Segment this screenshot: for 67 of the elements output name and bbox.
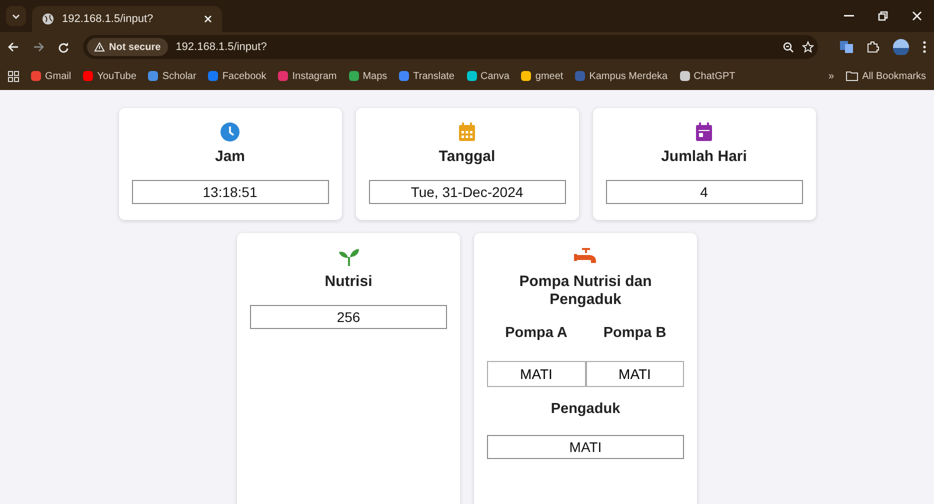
close-icon[interactable]	[912, 11, 922, 21]
browser-tab[interactable]: 192.168.1.5/input?	[32, 6, 222, 32]
card-title: Jumlah Hari	[661, 148, 747, 166]
forward-icon[interactable]	[33, 42, 44, 52]
star-icon[interactable]	[802, 41, 814, 53]
bookmark-link[interactable]: Facebook	[208, 70, 266, 82]
all-bookmarks-button[interactable]: All Bookmarks	[846, 70, 926, 82]
zoom-icon[interactable]	[783, 42, 794, 52]
bookmark-icon	[208, 71, 218, 81]
more-bookmarks-button[interactable]: »	[828, 70, 834, 82]
back-icon[interactable]	[8, 42, 19, 52]
bookmark-link[interactable]: Canva	[466, 70, 510, 82]
globe-icon	[42, 13, 54, 25]
pump-status-field: MATI	[487, 361, 586, 387]
bookmark-icon	[466, 71, 476, 81]
card-title: Tanggal	[438, 148, 496, 166]
url-text: 192.168.1.5/input?	[176, 41, 268, 53]
bookmark-link[interactable]: Instagram	[278, 70, 337, 82]
tab-search-button[interactable]	[6, 6, 26, 26]
pump-status-field: MATI	[586, 361, 684, 387]
card-title: Jam	[214, 148, 246, 166]
value-field: 4	[606, 180, 802, 204]
bookmark-icon	[521, 71, 532, 81]
warning-icon	[94, 42, 105, 52]
bookmark-link[interactable]: gmeet	[521, 70, 564, 82]
card-title: Pompa Nutrisi dan Pengaduk	[518, 273, 653, 309]
tab-title: 192.168.1.5/input?	[62, 13, 154, 25]
apps-icon[interactable]	[8, 70, 19, 82]
calendar-icon	[458, 122, 476, 142]
bookmark-link[interactable]: ChatGPT	[680, 70, 736, 82]
minimize-icon[interactable]	[844, 15, 854, 17]
card-title: Nutrisi	[324, 273, 372, 291]
bookmark-link[interactable]: Gmail	[31, 70, 72, 82]
bookmark-icon	[399, 71, 410, 81]
security-chip[interactable]: Not secure	[87, 38, 168, 56]
calendar-icon	[695, 122, 713, 142]
bookmark-link[interactable]: Maps	[348, 70, 388, 82]
value-field: 256	[250, 305, 447, 329]
bookmark-link[interactable]: Kampus Merdeka	[575, 70, 668, 82]
pump-label: Pompa A	[504, 325, 568, 341]
bookmark-link[interactable]: Translate	[399, 70, 454, 82]
sprout-icon	[338, 247, 360, 267]
menu-icon[interactable]	[923, 41, 926, 53]
address-bar[interactable]: Not secure 192.168.1.5/input?	[83, 35, 818, 59]
bookmark-icon	[31, 71, 41, 81]
bookmark-icon	[148, 71, 158, 81]
mixer-label: Pengaduk	[550, 401, 620, 417]
mixer-status-field: MATI	[487, 435, 684, 459]
bookmark-icon	[680, 71, 690, 81]
folder-icon	[846, 71, 858, 81]
avatar-icon[interactable]	[893, 39, 909, 55]
value-field: 13:18:51	[132, 180, 328, 204]
extensions-icon[interactable]	[867, 41, 879, 53]
bookmark-icon	[83, 71, 94, 81]
bookmark-link[interactable]: Scholar	[148, 70, 196, 82]
translate-icon[interactable]	[840, 41, 853, 53]
close-icon[interactable]	[204, 15, 212, 23]
bookmark-icon	[575, 71, 586, 81]
value-field: Tue, 31-Dec-2024	[368, 180, 566, 204]
pump-label: Pompa B	[602, 325, 668, 341]
clock-icon	[220, 122, 240, 142]
chevron-icon	[12, 14, 20, 18]
restore-icon[interactable]	[878, 11, 888, 21]
bookmark-icon	[278, 71, 288, 81]
reload-icon[interactable]	[58, 42, 69, 52]
bookmark-link[interactable]: YouTube	[83, 70, 136, 82]
bookmark-icon	[348, 71, 359, 81]
